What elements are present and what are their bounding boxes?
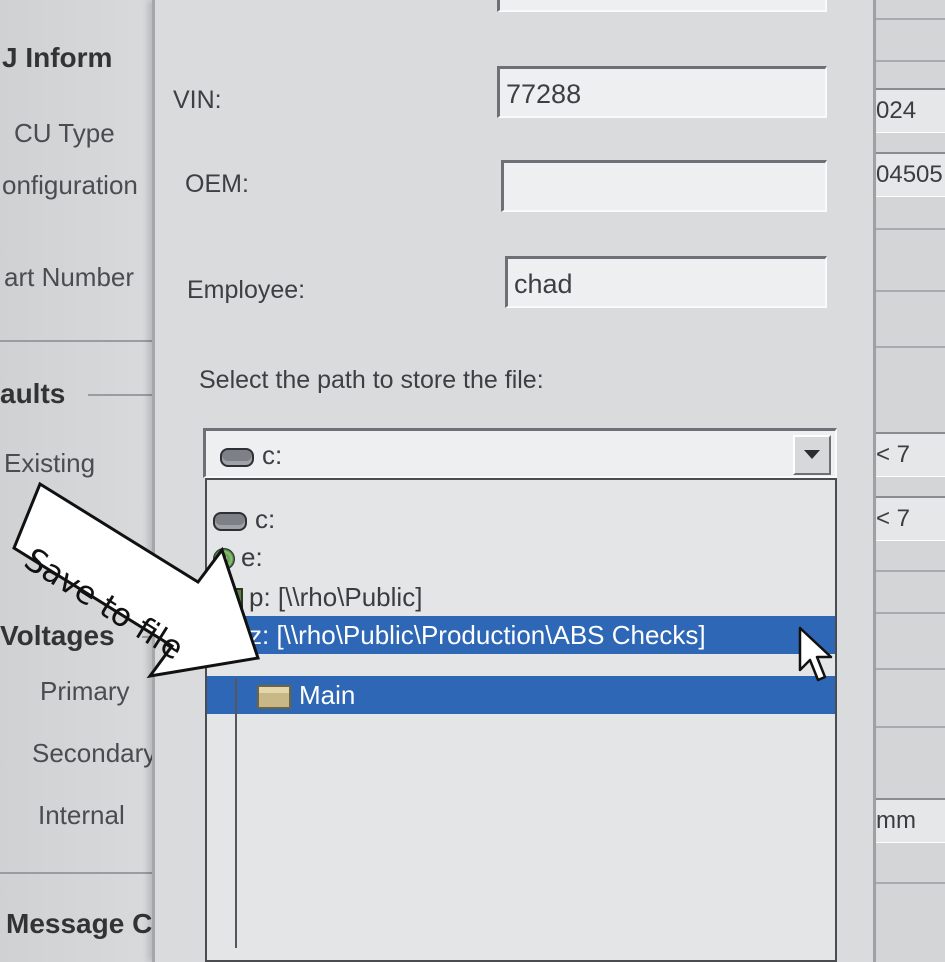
vin-field[interactable]: 77288	[497, 66, 827, 118]
existing-value: < 7	[874, 432, 945, 477]
employee-field[interactable]: chad	[505, 256, 827, 308]
drive-icon	[220, 447, 254, 467]
path-select-label: Select the path to store the file:	[199, 366, 544, 394]
internal-label: Internal	[38, 800, 125, 830]
divider	[874, 726, 945, 728]
dropdown-item-p[interactable]: p: [\\rho\Public]	[207, 578, 835, 616]
dropdown-item-z[interactable]: z: [\\rho\Public\Production\ABS Checks]	[207, 616, 835, 654]
tree-connector-line	[235, 678, 237, 948]
divider	[0, 340, 160, 342]
vin-label: VIN:	[173, 86, 222, 114]
ecu-type-value: 024	[874, 88, 945, 133]
divider	[874, 346, 945, 348]
employee-label: Employee:	[187, 276, 306, 304]
ecu-type-label: CU Type	[14, 118, 115, 148]
combo-selected-value: c:	[220, 437, 282, 473]
dropdown-item-c[interactable]: c:	[207, 500, 835, 538]
part-number-label: art Number	[4, 262, 135, 292]
background-right-panel: 024 04505 < 7 < 7 mm	[872, 0, 945, 962]
section-header-info: J Inform	[2, 42, 113, 73]
divider	[874, 18, 945, 20]
oem-label: OEM:	[185, 170, 249, 198]
divider	[874, 668, 945, 670]
divider	[874, 882, 945, 884]
internal-value: mm	[874, 798, 945, 843]
configuration-value: 04505	[874, 152, 945, 197]
divider	[874, 228, 945, 230]
divider	[874, 612, 945, 614]
section-header-faults: aults	[0, 378, 66, 409]
dropdown-item-e[interactable]: e:	[207, 538, 835, 576]
dropdown-item-main[interactable]: Main	[207, 676, 835, 714]
divider	[0, 872, 160, 874]
mouse-pointer-icon	[798, 626, 833, 682]
divider	[874, 60, 945, 62]
oem-field[interactable]	[501, 160, 827, 212]
dropdown-arrow-button[interactable]	[793, 435, 831, 475]
configuration-label: onfiguration	[2, 170, 138, 200]
secondary-label: Secondary	[32, 738, 157, 768]
divider	[874, 290, 945, 292]
divider	[88, 394, 160, 396]
part-location-field[interactable]	[497, 0, 827, 12]
divider	[874, 570, 945, 572]
fault-value: < 7	[874, 496, 945, 541]
